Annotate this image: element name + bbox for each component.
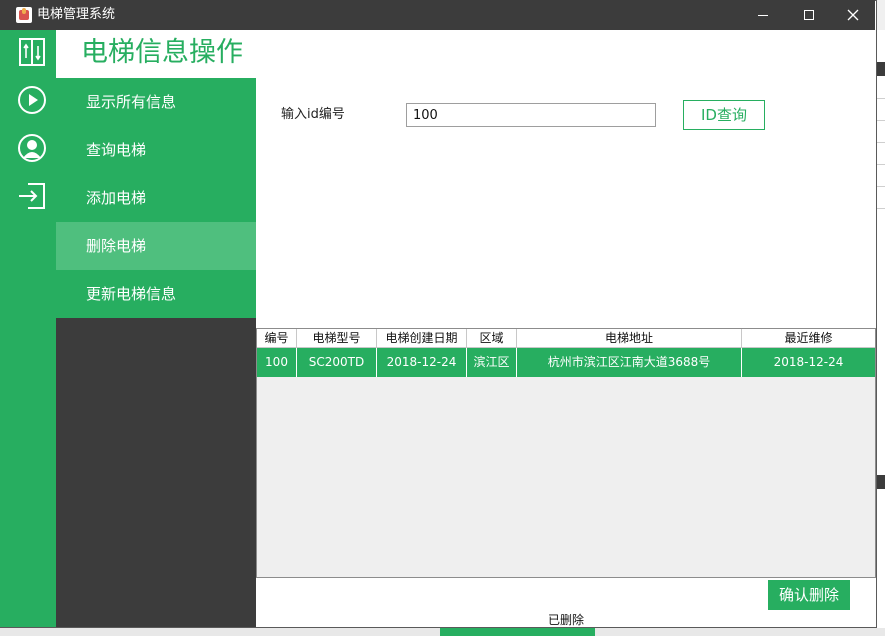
table-cell: 杭州市滨江区江南大道3688号	[517, 348, 742, 377]
id-input[interactable]	[406, 103, 656, 127]
column-header-model[interactable]: 电梯型号	[297, 329, 377, 348]
column-header-last-repair[interactable]: 最近维修	[742, 329, 875, 348]
menu-item-delete[interactable]: 删除电梯	[56, 222, 256, 270]
menu-item-query[interactable]: 查询电梯	[56, 126, 256, 174]
menu-item-add[interactable]: 添加电梯	[56, 174, 256, 222]
java-app-icon	[16, 7, 32, 23]
id-query-button[interactable]: ID查询	[683, 100, 765, 130]
column-header-district[interactable]: 区域	[467, 329, 517, 348]
confirm-delete-button[interactable]: 确认删除	[768, 580, 850, 610]
menu-footer-panel	[56, 318, 256, 627]
maximize-button[interactable]	[786, 0, 832, 30]
status-message: 已删除	[548, 613, 585, 627]
user-icon[interactable]	[16, 132, 48, 164]
maximize-icon	[804, 10, 814, 20]
elevator-icon[interactable]	[16, 36, 48, 68]
table-cell: SC200TD	[297, 348, 377, 377]
minimize-button[interactable]	[740, 0, 786, 30]
table-cell: 2018-12-24	[377, 348, 467, 377]
table-row[interactable]: 100 SC200TD 2018-12-24 滨江区 杭州市滨江区江南大道368…	[257, 348, 875, 377]
minimize-icon	[758, 14, 768, 16]
close-icon	[847, 9, 859, 21]
column-header-address[interactable]: 电梯地址	[517, 329, 742, 348]
close-button[interactable]	[830, 0, 876, 30]
play-icon[interactable]	[16, 84, 48, 116]
table-cell: 100	[257, 348, 297, 377]
elevator-table: 编号 电梯型号 电梯创建日期 区域 电梯地址 最近维修 100 SC200TD …	[256, 328, 876, 578]
background-window-bottom	[0, 628, 885, 636]
page-title: 电梯信息操作	[81, 37, 243, 68]
table-header: 编号 电梯型号 电梯创建日期 区域 电梯地址 最近维修	[257, 329, 875, 348]
column-header-created-date[interactable]: 电梯创建日期	[377, 329, 467, 348]
column-header-id[interactable]: 编号	[257, 329, 297, 348]
table-cell: 滨江区	[467, 348, 517, 377]
side-menu: 显示所有信息 查询电梯 添加电梯 删除电梯 更新电梯信息	[56, 78, 256, 318]
table-cell: 2018-12-24	[773, 355, 844, 369]
background-window-edge	[877, 30, 885, 636]
menu-item-update[interactable]: 更新电梯信息	[56, 270, 256, 318]
id-label: 输入id编号	[281, 107, 345, 122]
logout-icon[interactable]	[16, 180, 48, 212]
menu-item-show-all[interactable]: 显示所有信息	[56, 78, 256, 126]
window-title: 电梯管理系统	[37, 7, 116, 22]
icon-rail	[0, 30, 56, 627]
title-bar[interactable]: 电梯管理系统	[0, 0, 875, 30]
